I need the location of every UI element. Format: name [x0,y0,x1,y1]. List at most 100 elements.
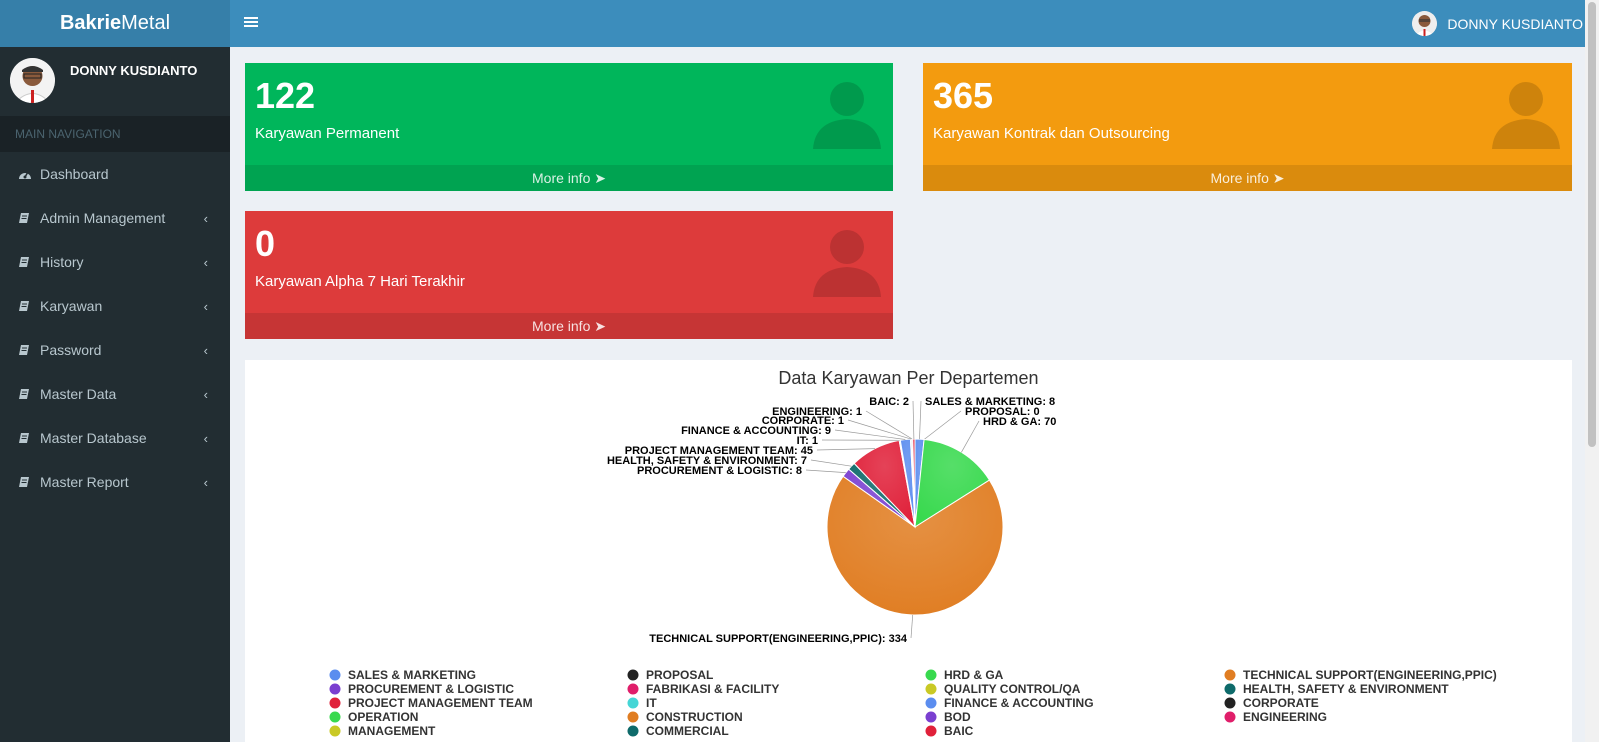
legend-marker[interactable] [329,697,341,709]
avatar [1412,11,1438,36]
legend-marker[interactable] [1224,683,1236,695]
pie-label-connector [961,420,980,453]
legend-item[interactable]: PROCUREMENT & LOGISTIC [348,682,514,696]
pie-label-connector [816,448,876,451]
pie-data-label: PROJECT MANAGEMENT TEAM: 45 [625,445,813,457]
sidebar-toggle-icon[interactable] [244,15,258,31]
pie-label-connector [912,400,915,440]
legend-item[interactable]: QUALITY CONTROL/QA [944,682,1081,696]
sidebar-item-label: Karyawan [40,298,103,314]
nav-header: MAIN NAVIGATION [0,116,230,152]
chevron-left-icon: ‹ [203,430,208,446]
sidebar-item-history[interactable]: History ‹ [0,240,230,284]
stat-label: Karyawan Permanent [255,125,400,142]
legend-marker[interactable] [627,725,639,737]
legend-marker[interactable] [925,669,937,681]
legend-item[interactable]: CORPORATE [1243,696,1319,710]
chevron-left-icon: ‹ [203,210,208,226]
stat-label: Karyawan Kontrak dan Outsourcing [933,125,1170,142]
sidebar-item-label: Master Data [40,386,117,402]
legend-item[interactable]: MANAGEMENT [348,724,436,738]
pie-label-connector [919,400,922,440]
arrow-circle-right-icon: ➤ [594,169,606,186]
avatar [10,58,55,103]
header-user-name: DONNY KUSDIANTO [1447,15,1583,32]
chevron-left-icon: ‹ [203,298,208,314]
legend-item[interactable]: HEALTH, SAFETY & ENVIRONMENT [1243,682,1449,696]
sidebar-item-admin-management[interactable]: Admin Management ‹ [0,196,230,240]
user-icon [1490,77,1562,154]
sidebar-item-master-database[interactable]: Master Database ‹ [0,416,230,460]
legend-item[interactable]: FINANCE & ACCOUNTING [944,696,1094,710]
legend-marker[interactable] [1224,697,1236,709]
scrollbar-thumb[interactable] [1588,2,1596,447]
top-navbar: DONNY KUSDIANTO [230,0,1599,47]
dashboard-icon [18,168,40,180]
stat-box-contract: 365 Karyawan Kontrak dan Outsourcing Mor… [923,63,1572,191]
chevron-left-icon: ‹ [203,474,208,490]
legend-item[interactable]: COMMERCIAL [646,724,729,738]
legend-marker[interactable] [1224,711,1236,723]
stat-value: 122 [255,75,316,116]
legend-marker[interactable] [1224,669,1236,681]
legend-item[interactable]: OPERATION [348,710,418,724]
more-info-label: More info [532,170,591,186]
legend-item[interactable]: SALES & MARKETING [348,668,476,682]
more-info-link[interactable]: More info ➤ [923,165,1572,191]
chart-panel: Data Karyawan Per Departemen SALES & MAR… [245,360,1572,742]
arrow-circle-right-icon: ➤ [1272,169,1285,186]
legend-marker[interactable] [925,697,937,709]
book-icon [18,388,40,400]
legend-marker[interactable] [627,711,639,723]
legend-item[interactable]: HRD & GA [944,668,1004,682]
sidebar-user-name: DONNY KUSDIANTO [70,63,198,78]
more-info-label: More info [532,318,591,334]
sidebar-item-label: History [40,254,84,270]
pie-data-label: BAIC: 2 [869,396,909,408]
book-icon [18,476,40,488]
stat-box-alpha: 0 Karyawan Alpha 7 Hari Terakhir More in… [245,211,893,339]
legend-item[interactable]: PROJECT MANAGEMENT TEAM [348,696,533,710]
user-panel: DONNY KUSDIANTO [0,47,230,116]
legend-marker[interactable] [925,683,937,695]
legend-marker[interactable] [925,711,937,723]
chevron-left-icon: ‹ [203,342,208,358]
sidebar-item-label: Password [40,342,102,358]
legend-marker[interactable] [329,669,341,681]
pie-chart: SALES & MARKETING: 8PROPOSAL: 0HRD & GA:… [329,396,1497,738]
brand-logo[interactable]: Bakrie Metal [0,0,230,47]
stat-value: 365 [933,75,994,116]
legend-item[interactable]: BOD [944,710,971,724]
legend-marker[interactable] [627,697,639,709]
sidebar-item-karyawan[interactable]: Karyawan ‹ [0,284,230,328]
legend-item[interactable]: FABRIKASI & FACILITY [646,682,779,696]
legend-marker[interactable] [329,683,341,695]
stat-label: Karyawan Alpha 7 Hari Terakhir [255,273,465,290]
legend-item[interactable]: IT [646,696,657,710]
legend-item[interactable]: TECHNICAL SUPPORT(ENGINEERING,PPIC) [1243,668,1497,682]
page-scrollbar[interactable] [1585,0,1599,742]
more-info-link[interactable]: More info ➤ [245,313,893,339]
legend-marker[interactable] [925,725,937,737]
more-info-link[interactable]: More info ➤ [245,165,893,191]
legend-marker[interactable] [329,711,341,723]
sidebar-item-dashboard[interactable]: Dashboard [0,152,230,196]
pie-data-label: TECHNICAL SUPPORT(ENGINEERING,PPIC): 334 [649,633,908,645]
legend-item[interactable]: ENGINEERING [1243,710,1327,724]
legend-item[interactable]: BAIC [944,724,974,738]
user-menu[interactable]: DONNY KUSDIANTO [1412,0,1583,47]
legend-marker[interactable] [627,669,639,681]
sidebar-item-password[interactable]: Password ‹ [0,328,230,372]
legend-item[interactable]: CONSTRUCTION [646,710,743,724]
sidebar-item-master-report[interactable]: Master Report ‹ [0,460,230,504]
chevron-left-icon: ‹ [203,386,208,402]
pie-label-connector [910,614,914,639]
pie-data-label: ENGINEERING: 1 [772,406,862,418]
book-icon [18,212,40,224]
legend-item[interactable]: PROPOSAL [646,668,713,682]
pie-data-label: HRD & GA: 70 [983,416,1056,428]
legend-marker[interactable] [329,725,341,737]
pie-label-connector [834,429,906,440]
sidebar-item-master-data[interactable]: Master Data ‹ [0,372,230,416]
legend-marker[interactable] [627,683,639,695]
